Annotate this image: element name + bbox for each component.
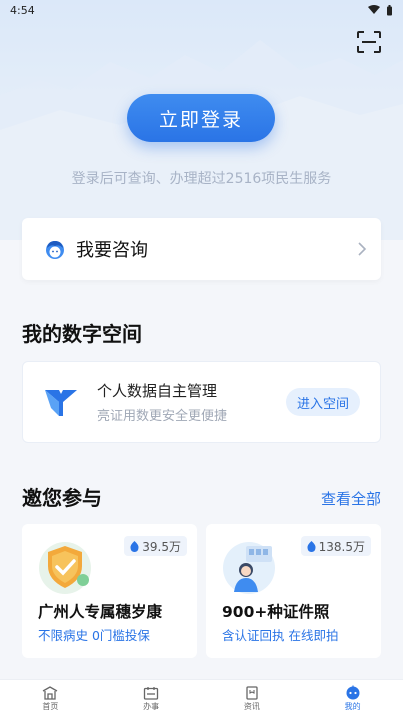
- nav-label-home: 首页: [42, 701, 59, 711]
- digital-space-title: 我的数字空间: [22, 322, 142, 346]
- data-space-subtitle: 亮证用数更安全更便捷: [97, 409, 228, 424]
- calendar-icon: [143, 686, 159, 700]
- activity-subtitle: 不限病史 0门槛投保: [38, 628, 150, 643]
- enter-space-button[interactable]: 进入空间: [286, 388, 360, 416]
- nav-label-mine: 我的: [344, 702, 361, 711]
- consult-card[interactable]: 我要咨询: [22, 218, 381, 280]
- scan-icon: [357, 31, 381, 53]
- nav-item-news[interactable]: 资讯: [202, 680, 303, 717]
- participate-title: 邀您参与: [22, 486, 102, 510]
- activity-subtitle: 含认证回执 在线即拍: [222, 628, 339, 643]
- nav-label-news: 资讯: [243, 701, 260, 711]
- activity-card-id-photo[interactable]: 138.5万 900+种证件照 含认证回执 在线即拍: [206, 524, 381, 658]
- id-photo-icon: [223, 542, 275, 594]
- participant-count-badge: 138.5万: [300, 536, 371, 556]
- data-space-logo-icon: [45, 390, 77, 416]
- nav-label-services: 办事: [143, 701, 160, 711]
- see-all-link[interactable]: 查看全部: [321, 488, 381, 509]
- wifi-icon: [368, 5, 380, 14]
- scan-button[interactable]: [355, 28, 383, 56]
- digital-space-card[interactable]: 个人数据自主管理 亮证用数更安全更便捷 进入空间: [22, 361, 381, 443]
- participant-count: 39.5万: [142, 539, 181, 554]
- activity-title: 广州人专属穗岁康: [38, 603, 163, 621]
- flame-icon: [130, 540, 139, 552]
- nav-item-mine[interactable]: 我的: [302, 680, 403, 717]
- nav-item-home[interactable]: 首页: [0, 680, 101, 717]
- home-icon: [43, 685, 58, 700]
- consult-avatar-icon: [46, 241, 64, 259]
- activity-card-suisuikang[interactable]: 39.5万 广州人专属穗岁康 不限病史 0门槛投保: [22, 524, 197, 658]
- shield-check-icon: [39, 542, 91, 594]
- battery-icon: [387, 4, 392, 15]
- login-button[interactable]: 立即登录: [127, 94, 275, 142]
- status-time: 4:54: [10, 3, 35, 17]
- status-bar: 4:54: [0, 0, 403, 20]
- participant-count-badge: 39.5万: [124, 536, 187, 556]
- flame-icon: [307, 540, 316, 552]
- participant-count: 138.5万: [318, 539, 365, 554]
- nav-item-services[interactable]: 办事: [101, 680, 202, 717]
- data-space-title: 个人数据自主管理: [97, 382, 218, 400]
- chevron-right-icon: [358, 242, 367, 256]
- activity-title: 900+种证件照: [222, 603, 330, 621]
- robot-icon: [346, 685, 360, 700]
- login-hint: 登录后可查询、办理超过2516项民生服务: [71, 171, 332, 187]
- bottom-nav: 首页 办事 资讯 我的: [0, 679, 403, 717]
- news-icon: [246, 685, 258, 700]
- consult-label: 我要咨询: [76, 240, 148, 261]
